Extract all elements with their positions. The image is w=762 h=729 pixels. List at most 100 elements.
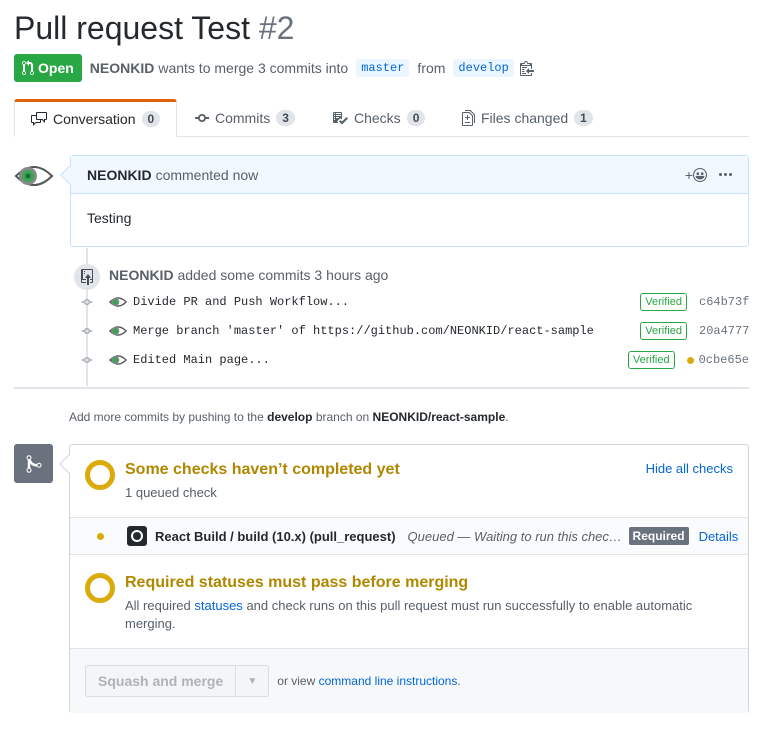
verified-badge[interactable]: Verified bbox=[640, 293, 687, 311]
git-commit-icon bbox=[80, 353, 94, 367]
push-hint: Add more commits by pushing to the devel… bbox=[69, 410, 509, 424]
comment-author[interactable]: NEONKID bbox=[87, 167, 152, 183]
hint-suffix: . bbox=[505, 410, 509, 424]
required-statuses: Required statuses must pass before mergi… bbox=[70, 557, 748, 647]
alt-prefix: or view bbox=[277, 674, 316, 688]
tab-checks[interactable]: Checks 0 bbox=[332, 99, 426, 137]
tab-files-changed-label: Files changed bbox=[481, 110, 569, 126]
tab-conversation-label: Conversation bbox=[53, 111, 136, 127]
alt-instructions: or view command line instructions. bbox=[277, 674, 460, 688]
tab-files-changed[interactable]: Files changed 1 bbox=[462, 99, 593, 137]
push-badge bbox=[74, 264, 100, 290]
commit-sha[interactable]: 20a4777 bbox=[699, 324, 749, 338]
tab-commits[interactable]: Commits 3 bbox=[195, 99, 295, 137]
tab-conversation-count: 0 bbox=[141, 111, 161, 127]
kebab-horizontal-icon[interactable] bbox=[719, 167, 732, 183]
triangle-down-icon: ▼ bbox=[247, 675, 258, 687]
timeline-divider bbox=[14, 387, 749, 389]
hide-all-checks-link[interactable]: Hide all checks bbox=[646, 461, 733, 476]
from-text: from bbox=[417, 60, 446, 76]
check-status: Queued — Waiting to run this chec… bbox=[407, 528, 622, 544]
tab-commits-count: 3 bbox=[276, 110, 295, 126]
commit-avatar[interactable] bbox=[109, 293, 127, 311]
push-event: NEONKID added some commits 3 hours ago bbox=[109, 267, 388, 283]
pr-tabs: Conversation 0 Commits 3 Checks 0 Files … bbox=[14, 99, 749, 137]
statuses-link[interactable]: statuses bbox=[194, 598, 242, 613]
comment-body: Testing bbox=[87, 210, 132, 226]
state-badge: Open bbox=[14, 54, 82, 82]
required-description: All required statuses and check runs on … bbox=[125, 597, 725, 633]
hint-repo: NEONKID/react-sample bbox=[372, 410, 506, 424]
required-title: Required statuses must pass before mergi… bbox=[125, 574, 469, 591]
commit-avatar[interactable] bbox=[109, 322, 127, 340]
pending-ring-icon bbox=[85, 460, 115, 490]
alt-suffix: . bbox=[457, 674, 461, 688]
squash-merge-button[interactable]: Squash and merge bbox=[86, 666, 237, 696]
required-badge: Required bbox=[628, 527, 689, 545]
comment-actions: + bbox=[685, 167, 732, 183]
smiley-icon bbox=[693, 167, 707, 182]
commit-row: Edited Main page... Verified 0cbe65e bbox=[80, 349, 749, 371]
pr-author[interactable]: NEONKID bbox=[90, 60, 155, 76]
tab-conversation[interactable]: Conversation 0 bbox=[14, 99, 178, 137]
commit-sha[interactable]: c64b73f bbox=[699, 295, 749, 309]
avatar[interactable] bbox=[14, 156, 54, 196]
tab-checks-label: Checks bbox=[354, 110, 401, 126]
comment-header: NEONKID commented now + bbox=[71, 156, 748, 194]
comment-action: commented now bbox=[155, 166, 259, 183]
hint-middle: branch on bbox=[315, 410, 370, 424]
pr-number: #2 bbox=[258, 10, 295, 46]
merge-actions: Squash and merge ▼ or view command line … bbox=[70, 648, 748, 713]
commit-message[interactable]: Divide PR and Push Workflow... bbox=[133, 295, 640, 309]
tab-commits-label: Commits bbox=[215, 110, 271, 126]
queued-status-dot bbox=[97, 532, 104, 540]
git-commit-icon bbox=[80, 324, 94, 338]
required-desc-prefix: All required bbox=[125, 598, 191, 613]
head-branch[interactable]: develop bbox=[453, 59, 514, 77]
repo-push-icon bbox=[81, 269, 93, 285]
pr-title: Pull request Test #2 bbox=[14, 10, 294, 47]
checklist-icon bbox=[333, 112, 348, 125]
commit-message[interactable]: Merge branch 'master' of https://github.… bbox=[133, 324, 640, 338]
git-commit-icon bbox=[80, 295, 94, 309]
push-author[interactable]: NEONKID bbox=[109, 267, 174, 283]
state-label: Open bbox=[38, 60, 74, 76]
pr-title-text: Pull request Test bbox=[14, 10, 250, 46]
commit-message[interactable]: Edited Main page... bbox=[133, 353, 628, 367]
merge-method-dropdown[interactable]: ▼ bbox=[236, 666, 268, 696]
verified-badge[interactable]: Verified bbox=[627, 351, 675, 369]
hint-branch: develop bbox=[267, 410, 313, 424]
pending-status-dot[interactable] bbox=[686, 356, 694, 364]
checks-summary: Some checks haven’t completed yet 1 queu… bbox=[70, 445, 748, 517]
file-diff-icon bbox=[462, 110, 475, 126]
command-line-link[interactable]: command line instructions bbox=[319, 674, 458, 688]
git-commit-icon bbox=[195, 114, 209, 122]
push-text: added some commits 3 hours ago bbox=[177, 267, 389, 283]
check-name: React Build / build (10.x) (pull_request… bbox=[155, 528, 396, 544]
commit-row: Divide PR and Push Workflow... Verified … bbox=[80, 291, 749, 313]
git-pull-request-icon bbox=[22, 60, 34, 76]
github-actions-icon bbox=[127, 526, 147, 546]
pr-meta: Open NEONKID wants to merge 3 commits in… bbox=[14, 54, 534, 82]
merge-text: wants to merge 3 commits into bbox=[158, 60, 349, 76]
git-merge-icon bbox=[14, 444, 53, 483]
check-details-link[interactable]: Details bbox=[699, 529, 739, 544]
tab-checks-count: 0 bbox=[406, 110, 426, 126]
checks-subtitle: 1 queued check bbox=[125, 485, 217, 500]
merge-box: Some checks haven’t completed yet 1 queu… bbox=[59, 444, 749, 713]
checks-title: Some checks haven’t completed yet bbox=[125, 461, 400, 478]
tab-files-changed-count: 1 bbox=[574, 110, 593, 126]
pending-ring-icon bbox=[85, 573, 115, 603]
base-branch[interactable]: master bbox=[356, 59, 410, 77]
check-row: React Build / build (10.x) (pull_request… bbox=[70, 517, 748, 555]
add-reaction-plus: + bbox=[684, 166, 693, 183]
hint-prefix: Add more commits by pushing to the bbox=[69, 410, 264, 424]
clipboard-icon[interactable] bbox=[519, 60, 534, 76]
commit-avatar[interactable] bbox=[109, 351, 127, 369]
merge-button-group: Squash and merge ▼ bbox=[85, 665, 270, 697]
verified-badge[interactable]: Verified bbox=[640, 322, 687, 340]
add-reaction-button[interactable]: + bbox=[685, 167, 707, 183]
commit-sha[interactable]: 0cbe65e bbox=[699, 353, 749, 367]
comment: NEONKID commented now + Testing bbox=[60, 155, 749, 247]
comment-discussion-icon bbox=[31, 112, 47, 126]
